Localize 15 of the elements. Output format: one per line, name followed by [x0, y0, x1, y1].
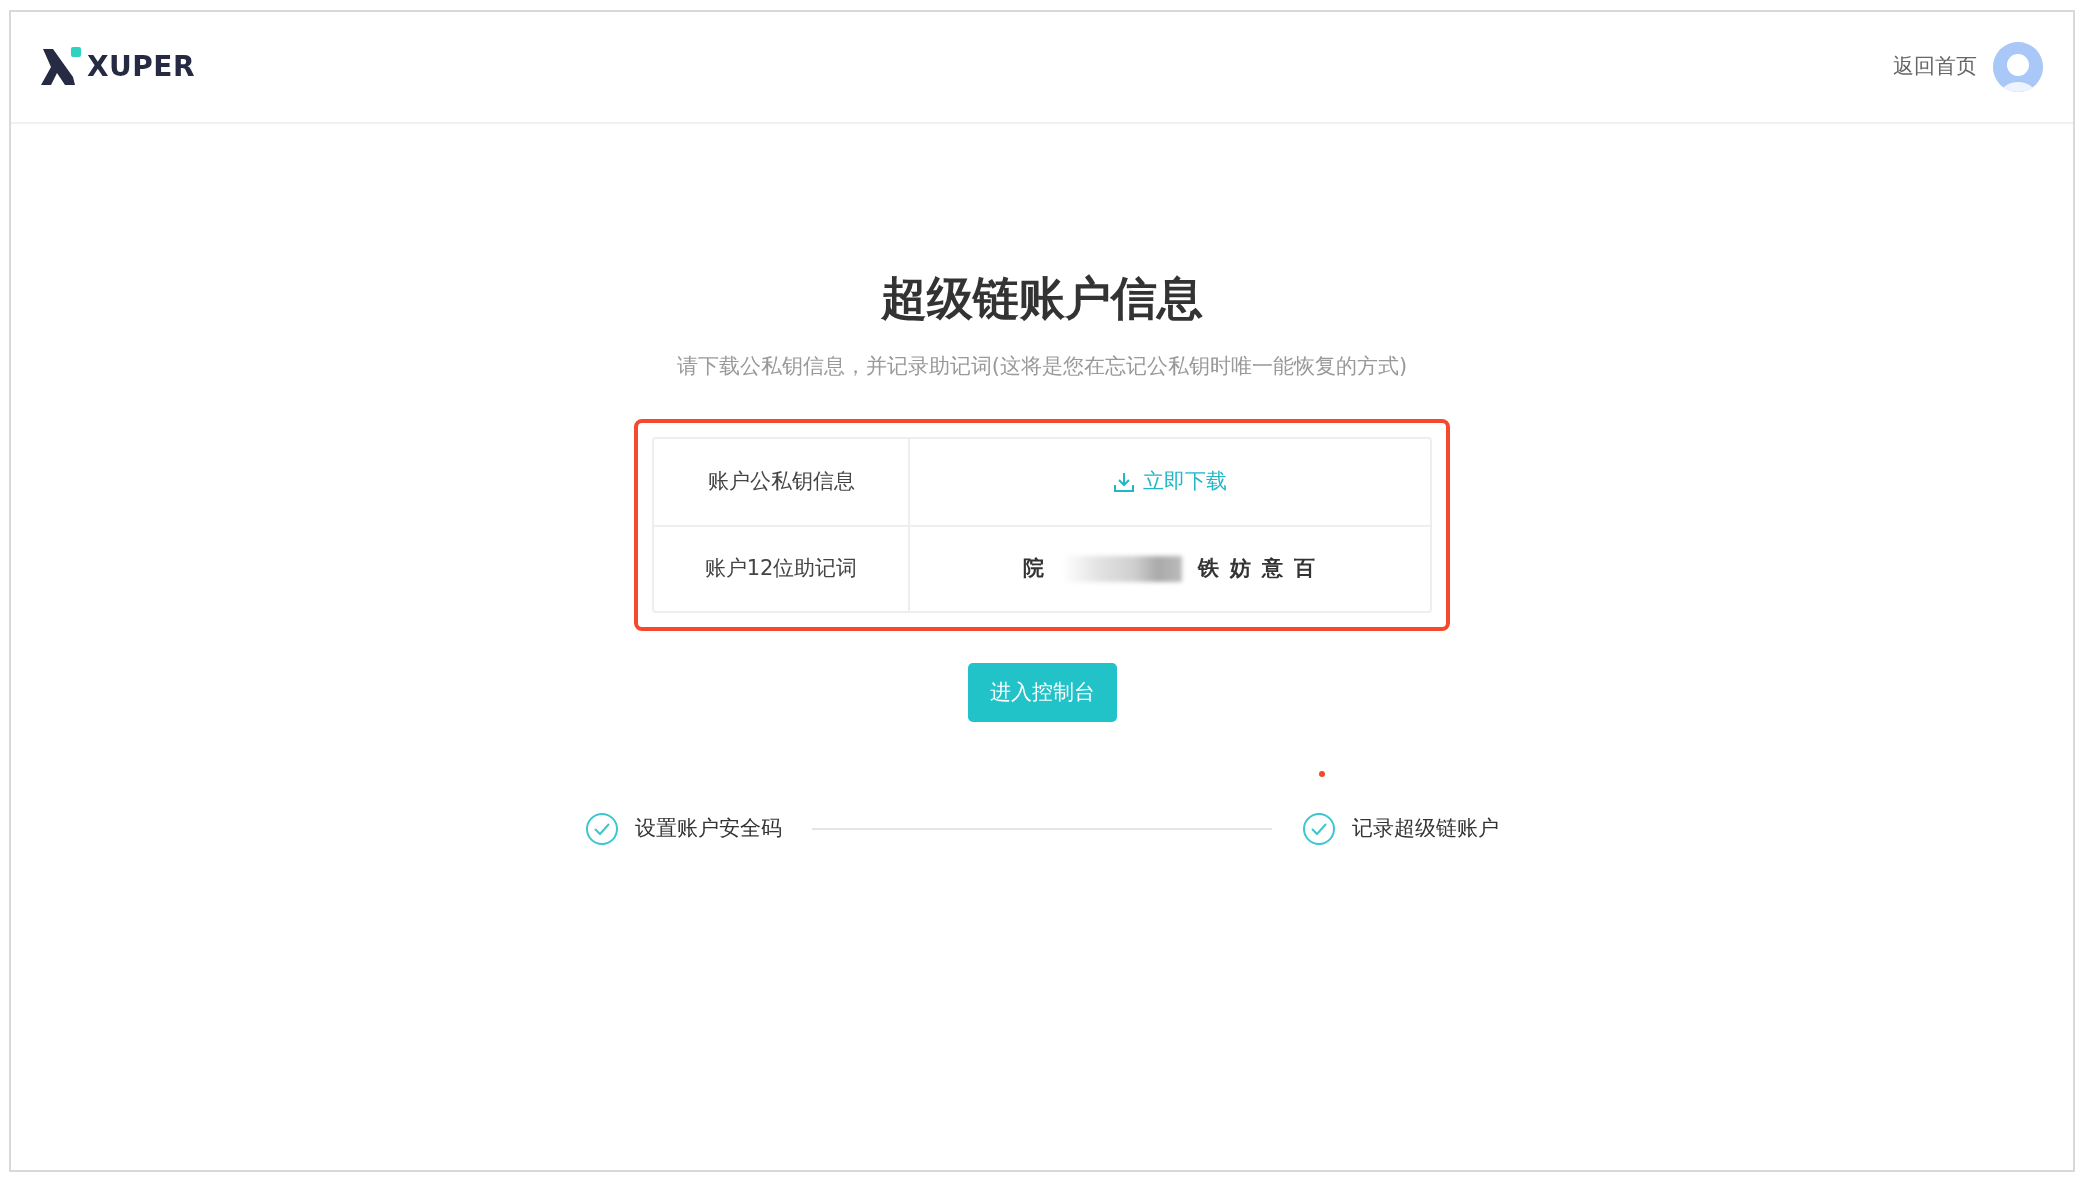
download-icon — [1113, 470, 1135, 493]
subtitle: 请下载公私钥信息，并记录助记词(这将是您在忘记公私钥时唯一能恢复的方式) — [676, 353, 1408, 380]
avatar-icon[interactable] — [1993, 42, 2043, 92]
mnemonic-text: 院 — [1022, 554, 1046, 582]
step-label: 设置账户安全码 — [635, 815, 782, 843]
mnemonic-text: 铁 妨 意 百 — [1197, 554, 1318, 582]
row-label: 账户12位助记词 — [704, 554, 858, 582]
marker-dot — [1319, 771, 1325, 777]
step-label: 记录超级链账户 — [1352, 815, 1499, 843]
home-link[interactable]: 返回首页 — [1893, 51, 1977, 83]
logo-text: XUPER — [87, 49, 196, 85]
page-title: 超级链账户信息 — [881, 270, 1203, 327]
row-label: 账户公私钥信息 — [707, 467, 855, 495]
console-button[interactable]: 进入控制台 — [967, 662, 1117, 722]
download-link[interactable]: 立即下载 — [1113, 465, 1227, 498]
